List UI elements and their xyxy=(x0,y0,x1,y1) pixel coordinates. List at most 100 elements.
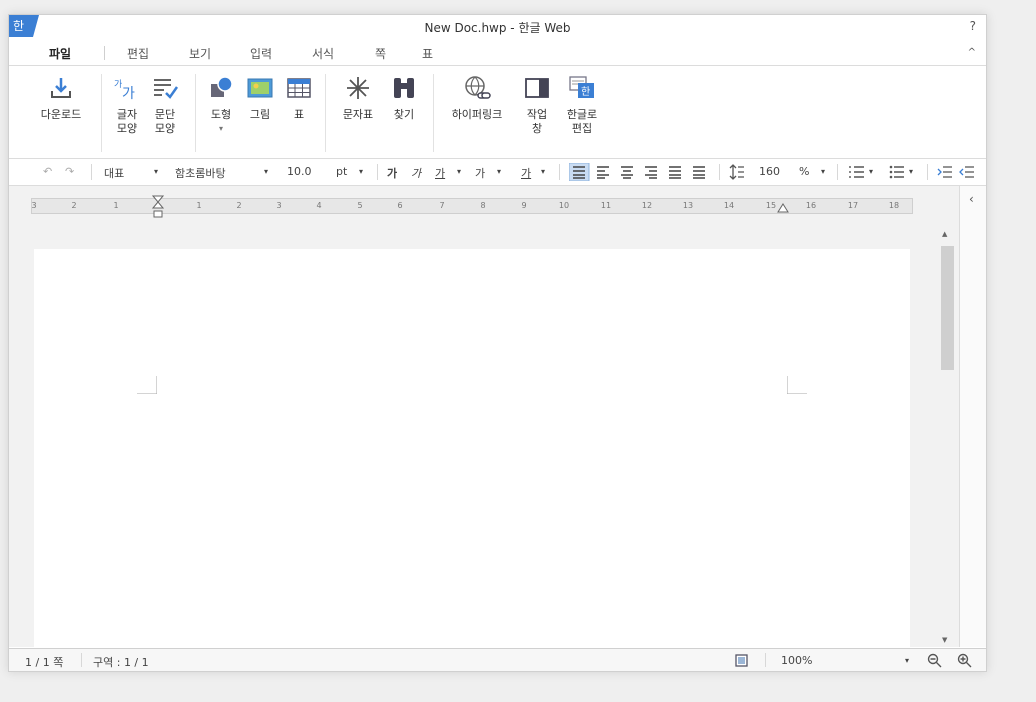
top-left-margin-mark xyxy=(137,376,157,394)
task-pane-button[interactable]: 작업 창 xyxy=(520,74,554,136)
ribbon-divider xyxy=(325,74,326,152)
first-line-indent-marker[interactable] xyxy=(152,195,164,221)
font-color-dropdown-icon[interactable]: ▾ xyxy=(497,167,501,176)
menu-edit[interactable]: 편집 xyxy=(127,45,149,62)
symbol-button[interactable]: 문자표 xyxy=(335,74,381,122)
zoom-level-select[interactable]: 100% xyxy=(781,654,812,667)
redo-icon[interactable]: ↷ xyxy=(65,165,74,178)
scroll-up-icon[interactable]: ▲ xyxy=(942,230,947,238)
svg-text:한: 한 xyxy=(581,86,590,98)
app-window: 한 New Doc.hwp - 한글 Web ? 파일 편집 보기 입력 서식 … xyxy=(8,14,987,672)
italic-button[interactable]: 가 xyxy=(411,165,421,181)
symbol-icon xyxy=(347,77,369,99)
side-panel-toggle-icon[interactable]: ‹ xyxy=(969,192,974,206)
bullet-list-dropdown-icon[interactable]: ▾ xyxy=(909,167,913,176)
undo-icon[interactable]: ↶ xyxy=(43,165,52,178)
line-spacing-input[interactable]: 160 xyxy=(759,165,780,178)
picture-icon xyxy=(247,78,273,98)
collapse-ribbon-button[interactable]: ^ xyxy=(968,47,976,58)
ruler-tick: 11 xyxy=(600,201,612,210)
ruler-tick: 10 xyxy=(558,201,570,210)
ruler-tick: 15 xyxy=(765,201,777,210)
zoom-dropdown-icon[interactable]: ▾ xyxy=(905,656,909,665)
size-dropdown-icon[interactable]: ▾ xyxy=(359,167,363,176)
underline-dropdown-icon[interactable]: ▾ xyxy=(457,167,461,176)
scrollbar-thumb[interactable] xyxy=(941,246,954,370)
numbered-list-dropdown-icon[interactable]: ▾ xyxy=(869,167,873,176)
binoculars-icon xyxy=(394,78,414,98)
menu-file[interactable]: 파일 xyxy=(49,45,71,62)
page-view-icon[interactable] xyxy=(735,654,748,667)
toolbar-divider xyxy=(719,164,720,180)
menu-bar: 파일 편집 보기 입력 서식 쪽 표 ^ xyxy=(9,41,986,66)
align-split-icon[interactable] xyxy=(693,166,705,179)
vertical-scrollbar[interactable]: ▲ ▼ xyxy=(938,230,956,646)
align-left-icon[interactable] xyxy=(597,166,609,179)
font-color-button[interactable]: 가 xyxy=(475,165,485,181)
highlight-dropdown-icon[interactable]: ▾ xyxy=(541,167,545,176)
ruler-tick: 17 xyxy=(847,201,859,210)
edit-in-hangul-button[interactable]: 한 한글로 편집 xyxy=(559,74,605,136)
toolbar-divider xyxy=(91,164,92,180)
style-select[interactable]: 대표 xyxy=(104,165,124,181)
decrease-indent-icon[interactable] xyxy=(959,164,975,180)
zoom-out-icon[interactable] xyxy=(927,653,942,668)
table-icon xyxy=(287,78,311,98)
ruler-tick: 16 xyxy=(805,201,817,210)
window-title: New Doc.hwp - 한글 Web xyxy=(424,21,571,35)
side-panel-strip: ‹ xyxy=(959,186,986,647)
horizontal-ruler[interactable]: 3 2 1 1 2 3 4 5 6 7 8 9 10 11 12 13 14 1… xyxy=(31,195,913,218)
find-button[interactable]: 찾기 xyxy=(387,74,421,122)
edit-in-hangul-icon: 한 xyxy=(569,76,594,98)
scroll-down-icon[interactable]: ▼ xyxy=(942,636,947,644)
title-bar: 한 New Doc.hwp - 한글 Web ? xyxy=(9,15,986,41)
document-page[interactable] xyxy=(34,249,910,647)
menu-page[interactable]: 쪽 xyxy=(375,45,386,62)
menu-format[interactable]: 서식 xyxy=(312,45,334,62)
format-toolbar: ↶ ↷ 대표 ▾ 함초롬바탕 ▾ 10.0 pt ▾ 가 가 가 ▾ 가 ▾ 가… xyxy=(9,159,986,186)
font-size-input[interactable]: 10.0 xyxy=(287,165,312,178)
line-spacing-icon xyxy=(729,164,744,180)
hyperlink-icon xyxy=(465,76,491,99)
document-area: 3 2 1 1 2 3 4 5 6 7 8 9 10 11 12 13 14 1… xyxy=(9,186,986,647)
font-select[interactable]: 함초롬바탕 xyxy=(175,165,226,181)
toolbar-divider xyxy=(837,164,838,180)
ruler-tick: 2 xyxy=(236,201,242,210)
help-button[interactable]: ? xyxy=(970,19,976,33)
numbered-list-icon[interactable] xyxy=(849,164,865,180)
right-indent-marker[interactable] xyxy=(777,203,789,213)
char-shape-button[interactable]: 가가 글자 모양 xyxy=(110,74,144,136)
bold-button[interactable]: 가 xyxy=(387,165,397,181)
ruler-tick: 3 xyxy=(276,201,282,210)
ribbon-toolbar: 다운로드 가가 글자 모양 문단 모양 도형 ▾ 그림 표 문자표 찾기 하이퍼… xyxy=(9,66,986,159)
underline-button[interactable]: 가 xyxy=(435,165,445,181)
ribbon-divider xyxy=(195,74,196,152)
ruler-tick: 2 xyxy=(71,201,77,210)
download-button[interactable]: 다운로드 xyxy=(31,74,91,122)
table-button[interactable]: 표 xyxy=(284,74,314,122)
ruler-tick: 12 xyxy=(641,201,653,210)
status-bar: 1 / 1 쪽 구역 : 1 / 1 100% ▾ xyxy=(9,648,986,671)
align-right-icon[interactable] xyxy=(645,166,657,179)
style-dropdown-icon[interactable]: ▾ xyxy=(154,167,158,176)
increase-indent-icon[interactable] xyxy=(937,164,953,180)
paragraph-shape-icon xyxy=(154,79,179,99)
ruler-tick: 9 xyxy=(521,201,527,210)
shape-button[interactable]: 도형 ▾ xyxy=(205,74,237,136)
paragraph-shape-button[interactable]: 문단 모양 xyxy=(148,74,182,136)
top-right-margin-mark xyxy=(787,376,807,394)
highlight-button[interactable]: 가 xyxy=(521,165,531,181)
align-center-icon[interactable] xyxy=(621,166,633,179)
hyperlink-button[interactable]: 하이퍼링크 xyxy=(441,74,513,122)
picture-button[interactable]: 그림 xyxy=(245,74,275,122)
ruler-tick: 8 xyxy=(480,201,486,210)
line-spacing-dropdown-icon[interactable]: ▾ xyxy=(821,167,825,176)
font-dropdown-icon[interactable]: ▾ xyxy=(264,167,268,176)
bullet-list-icon[interactable] xyxy=(889,164,905,180)
zoom-in-icon[interactable] xyxy=(957,653,972,668)
font-size-unit: pt xyxy=(336,165,348,178)
menu-insert[interactable]: 입력 xyxy=(250,45,272,62)
menu-table[interactable]: 표 xyxy=(422,45,433,62)
menu-view[interactable]: 보기 xyxy=(189,45,211,62)
align-distribute-icon[interactable] xyxy=(669,166,681,179)
